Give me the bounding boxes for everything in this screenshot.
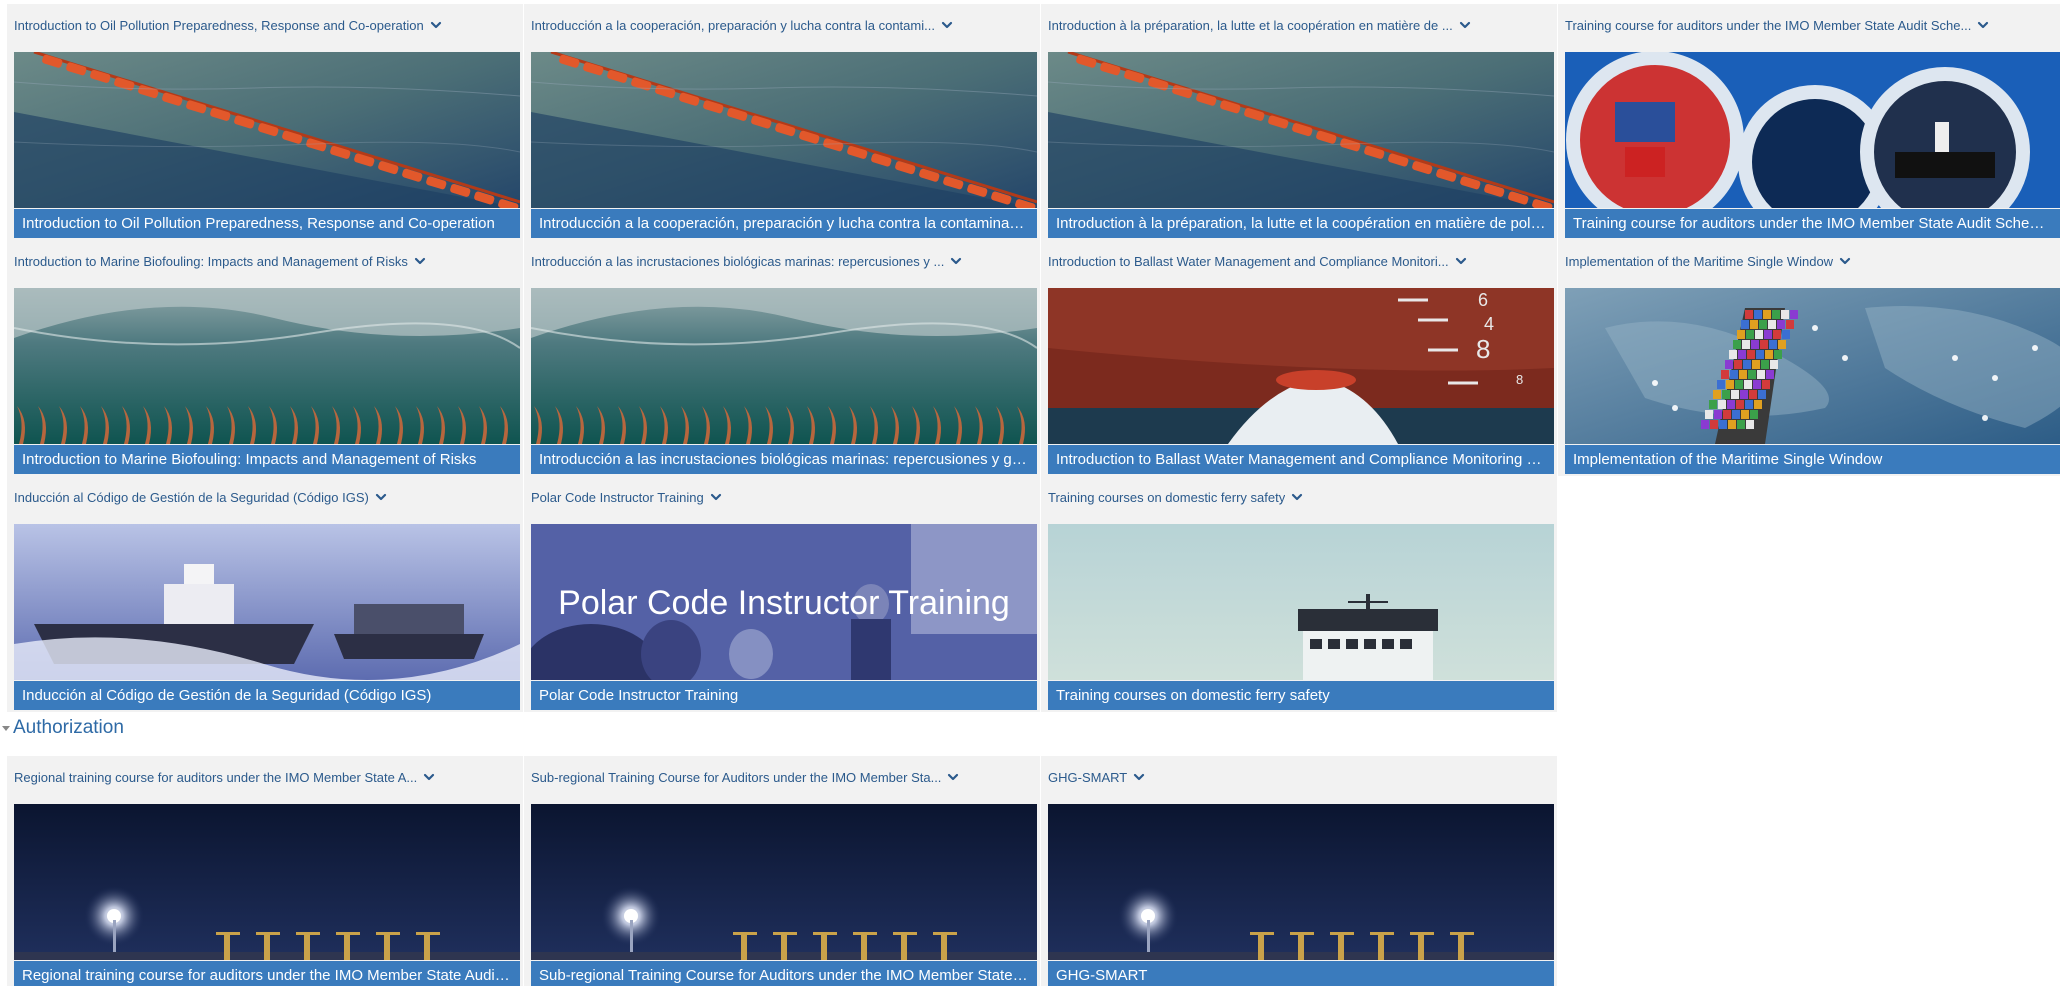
svg-text:8: 8: [1516, 372, 1523, 387]
tile-title-link[interactable]: Polar Code Instructor Training: [531, 490, 704, 505]
chevron-down-icon[interactable]: [429, 18, 443, 32]
chevron-down-icon[interactable]: [1132, 770, 1146, 784]
course-tile[interactable]: Introducción a las incrustaciones biológ…: [524, 240, 1040, 476]
tile-title-link[interactable]: Training course for auditors under the I…: [1565, 18, 1971, 33]
tile-header: Introducción a las incrustaciones biológ…: [524, 240, 1040, 282]
course-tile[interactable]: Inducción al Código de Gestión de la Seg…: [7, 476, 523, 712]
svg-text:4: 4: [1484, 314, 1494, 334]
tile-header: GHG-SMART: [1041, 756, 1557, 798]
course-thumbnail[interactable]: [1048, 524, 1554, 680]
chevron-down-icon[interactable]: [422, 770, 436, 784]
tile-header: Sub-regional Training Course for Auditor…: [524, 756, 1040, 798]
tile-header: Introduction to Oil Pollution Preparedne…: [7, 4, 523, 46]
chevron-down-icon[interactable]: [413, 254, 427, 268]
tile-header: Polar Code Instructor Training: [524, 476, 1040, 518]
tile-caption[interactable]: Sub-regional Training Course for Auditor…: [531, 961, 1037, 986]
course-thumbnail[interactable]: 6488: [1048, 288, 1554, 444]
tile-caption[interactable]: Introduction to Marine Biofouling: Impac…: [14, 445, 520, 474]
tile-header: Training courses on domestic ferry safet…: [1041, 476, 1557, 518]
course-thumbnail[interactable]: [14, 804, 520, 960]
tile-header: Implementation of the Maritime Single Wi…: [1558, 240, 2060, 282]
tile-header: Regional training course for auditors un…: [7, 756, 523, 798]
tile-title-link[interactable]: Introduction to Marine Biofouling: Impac…: [14, 254, 408, 269]
chevron-down-icon[interactable]: [940, 18, 954, 32]
tile-caption[interactable]: Introducción a las incrustaciones biológ…: [531, 445, 1037, 474]
tile-caption[interactable]: Polar Code Instructor Training: [531, 681, 1037, 710]
tile-header: Inducción al Código de Gestión de la Seg…: [7, 476, 523, 518]
svg-text:8: 8: [1476, 334, 1490, 364]
course-thumbnail[interactable]: [1565, 288, 2060, 444]
course-thumbnail[interactable]: [14, 52, 520, 208]
course-tile[interactable]: GHG-SMART GHG-SMART: [1041, 756, 1557, 986]
course-thumbnail[interactable]: [531, 288, 1037, 444]
course-catalog: Introduction to Oil Pollution Preparedne…: [0, 0, 2060, 986]
course-thumbnail[interactable]: [1048, 804, 1554, 960]
polar-overlay-title: Polar Code Instructor Training: [558, 584, 1010, 622]
course-thumbnail[interactable]: Polar Code Instructor Training: [531, 524, 1037, 680]
tile-title-link[interactable]: Sub-regional Training Course for Auditor…: [531, 770, 941, 785]
chevron-down-icon[interactable]: [949, 254, 963, 268]
tile-header: Introduction à la préparation, la lutte …: [1041, 4, 1557, 46]
triangle-down-icon: [2, 725, 10, 731]
tile-title-link[interactable]: Introduction à la préparation, la lutte …: [1048, 18, 1453, 33]
course-tile[interactable]: Training courses on domestic ferry safet…: [1041, 476, 1557, 712]
chevron-down-icon[interactable]: [709, 490, 723, 504]
tile-header: Training course for auditors under the I…: [1558, 4, 2060, 46]
tile-caption[interactable]: Regional training course for auditors un…: [14, 961, 520, 986]
tile-header: Introduction to Marine Biofouling: Impac…: [7, 240, 523, 282]
course-tile[interactable]: Sub-regional Training Course for Auditor…: [524, 756, 1040, 986]
chevron-down-icon[interactable]: [1454, 254, 1468, 268]
tile-title-link[interactable]: GHG-SMART: [1048, 770, 1127, 785]
tile-caption[interactable]: Inducción al Código de Gestión de la Seg…: [14, 681, 520, 710]
tile-caption[interactable]: Introducción a la cooperación, preparaci…: [531, 209, 1037, 238]
tile-title-link[interactable]: Regional training course for auditors un…: [14, 770, 417, 785]
tile-caption[interactable]: GHG-SMART: [1048, 961, 1554, 986]
chevron-down-icon[interactable]: [1290, 490, 1304, 504]
tile-caption[interactable]: Introduction to Ballast Water Management…: [1048, 445, 1554, 474]
course-tile[interactable]: Introducción a la cooperación, preparaci…: [524, 4, 1040, 240]
tile-caption[interactable]: Training course for auditors under the I…: [1565, 209, 2060, 238]
section-header-authorization[interactable]: Authorization: [0, 716, 124, 740]
course-thumbnail[interactable]: [531, 52, 1037, 208]
course-thumbnail[interactable]: [1048, 52, 1554, 208]
course-tile[interactable]: Introduction à la préparation, la lutte …: [1041, 4, 1557, 240]
course-tile[interactable]: Introduction to Marine Biofouling: Impac…: [7, 240, 523, 476]
tile-header: Introduction to Ballast Water Management…: [1041, 240, 1557, 282]
tile-title-link[interactable]: Introducción a las incrustaciones biológ…: [531, 254, 944, 269]
course-thumbnail[interactable]: [14, 524, 520, 680]
course-tile[interactable]: Training course for auditors under the I…: [1558, 4, 2060, 240]
section-title: Authorization: [13, 717, 124, 738]
tile-title-link[interactable]: Training courses on domestic ferry safet…: [1048, 490, 1285, 505]
chevron-down-icon[interactable]: [1458, 18, 1472, 32]
chevron-down-icon[interactable]: [946, 770, 960, 784]
tile-title-link[interactable]: Introduction to Ballast Water Management…: [1048, 254, 1449, 269]
tile-caption[interactable]: Introduction à la préparation, la lutte …: [1048, 209, 1554, 238]
course-thumbnail[interactable]: [531, 804, 1037, 960]
chevron-down-icon[interactable]: [374, 490, 388, 504]
tile-title-link[interactable]: Inducción al Código de Gestión de la Seg…: [14, 490, 369, 505]
tile-caption[interactable]: Training courses on domestic ferry safet…: [1048, 681, 1554, 710]
tile-caption[interactable]: Introduction to Oil Pollution Preparedne…: [14, 209, 520, 238]
course-tile[interactable]: Introduction to Oil Pollution Preparedne…: [7, 4, 523, 240]
chevron-down-icon[interactable]: [1976, 18, 1990, 32]
tile-caption[interactable]: Implementation of the Maritime Single Wi…: [1565, 445, 2060, 474]
course-thumbnail[interactable]: [1565, 52, 2060, 208]
tile-title-link[interactable]: Implementation of the Maritime Single Wi…: [1565, 254, 1833, 269]
course-tile[interactable]: Implementation of the Maritime Single Wi…: [1558, 240, 2060, 476]
chevron-down-icon[interactable]: [1838, 254, 1852, 268]
course-thumbnail[interactable]: [14, 288, 520, 444]
course-tile[interactable]: Regional training course for auditors un…: [7, 756, 523, 986]
tile-title-link[interactable]: Introducción a la cooperación, preparaci…: [531, 18, 935, 33]
tile-title-link[interactable]: Introduction to Oil Pollution Preparedne…: [14, 18, 424, 33]
course-tile[interactable]: Introduction to Ballast Water Management…: [1041, 240, 1557, 476]
tile-header: Introducción a la cooperación, preparaci…: [524, 4, 1040, 46]
course-tile[interactable]: Polar Code Instructor Training Polar Cod…: [524, 476, 1040, 712]
svg-text:6: 6: [1478, 290, 1488, 310]
